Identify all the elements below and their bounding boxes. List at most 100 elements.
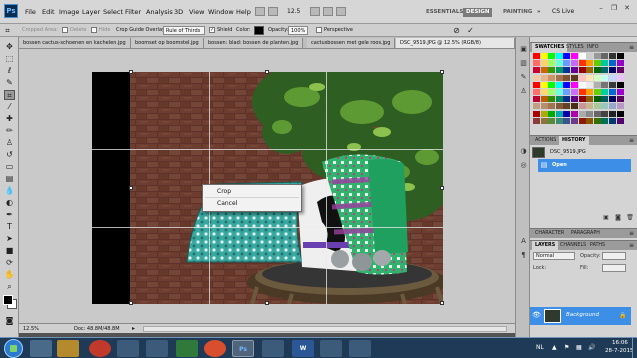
color-swatch[interactable]: [563, 117, 571, 124]
crop-handle-top-right[interactable]: [440, 70, 444, 74]
color-swatch[interactable]: [533, 96, 540, 103]
color-swatch[interactable]: [609, 96, 616, 103]
color-swatch[interactable]: [563, 53, 571, 59]
blend-mode-select[interactable]: Normal: [533, 252, 575, 260]
taskbar-word-icon[interactable]: W: [292, 340, 314, 357]
crop-tool-preset-icon[interactable]: ⌗: [3, 26, 12, 35]
dock-histogram-icon[interactable]: ▥: [519, 59, 528, 68]
color-swatch[interactable]: [555, 53, 563, 59]
color-swatch[interactable]: [593, 110, 601, 117]
color-swatch[interactable]: [609, 89, 616, 95]
status-zoom[interactable]: 12.5%: [23, 325, 39, 333]
dock-masks-icon[interactable]: ◎: [519, 161, 528, 170]
tab-paths[interactable]: PATHS: [587, 241, 608, 250]
color-swatch[interactable]: [616, 81, 624, 88]
menu-analysis[interactable]: Analysis: [146, 8, 173, 16]
menu-3d[interactable]: 3D: [174, 8, 183, 16]
taskbar-explorer-icon[interactable]: [30, 340, 52, 357]
visibility-eye-icon[interactable]: 👁: [532, 311, 541, 320]
taskbar-media-icon[interactable]: [89, 340, 111, 357]
pen-tool-icon[interactable]: ✒: [4, 210, 15, 220]
cs-live-menu[interactable]: CS Live: [552, 8, 574, 15]
color-swatch[interactable]: [609, 81, 616, 88]
tab-paragraph[interactable]: PARAGRAPH: [568, 229, 603, 238]
color-swatch[interactable]: [563, 89, 571, 95]
context-crop-item[interactable]: Crop: [217, 188, 231, 195]
color-swatch[interactable]: [533, 110, 540, 117]
taskbar-app-icon-4[interactable]: [262, 340, 284, 357]
color-swatch[interactable]: [578, 60, 586, 67]
color-swatch[interactable]: [563, 110, 571, 117]
zoom-tool-icon[interactable]: ⌕: [4, 282, 15, 292]
color-swatch[interactable]: [593, 89, 601, 95]
crop-handle-left[interactable]: [129, 186, 133, 190]
taskbar-chrome-icon[interactable]: [204, 340, 226, 357]
crop-handle-top-left[interactable]: [129, 70, 133, 74]
color-swatch[interactable]: [601, 74, 609, 81]
opacity-input[interactable]: 100%: [288, 26, 308, 35]
taskbar-app-icon-1[interactable]: [117, 340, 139, 357]
hand-view-icon[interactable]: [310, 7, 320, 16]
color-swatch[interactable]: [586, 53, 594, 59]
3d-rotate-tool-icon[interactable]: ⟳: [4, 258, 15, 268]
delete-radio[interactable]: [62, 27, 68, 33]
dock-paragraph-icon[interactable]: ¶: [519, 251, 528, 260]
color-swatch[interactable]: [616, 53, 624, 59]
color-swatch[interactable]: [593, 117, 601, 124]
color-swatch[interactable]: [601, 81, 609, 88]
shield-color-swatch[interactable]: [254, 26, 264, 35]
color-swatch[interactable]: [578, 103, 586, 110]
color-swatch[interactable]: [616, 103, 624, 110]
quick-select-tool-icon[interactable]: ✎: [4, 78, 15, 88]
tab-channels[interactable]: CHANNELS: [557, 241, 589, 250]
color-swatch[interactable]: [563, 96, 571, 103]
menu-edit[interactable]: Edit: [42, 8, 55, 16]
screen-mode-icon[interactable]: [336, 7, 346, 16]
color-swatch[interactable]: [578, 74, 586, 81]
color-swatch[interactable]: [601, 110, 609, 117]
color-swatch[interactable]: [571, 89, 578, 95]
tray-volume-icon[interactable]: 🔊: [588, 344, 595, 351]
color-swatch[interactable]: [548, 74, 556, 81]
path-select-tool-icon[interactable]: ➤: [4, 234, 15, 244]
color-swatch[interactable]: [540, 74, 548, 81]
color-swatch[interactable]: [578, 53, 586, 59]
color-swatch[interactable]: [548, 103, 556, 110]
crop-tool-icon[interactable]: ⌗: [4, 90, 15, 100]
taskbar-app-icon-2[interactable]: [146, 340, 168, 357]
doc-tab-4[interactable]: cactusbossen met gele roos.jpg: [307, 38, 396, 48]
dock-navigator-icon[interactable]: ▣: [519, 45, 528, 54]
color-swatch[interactable]: [571, 117, 578, 124]
blur-tool-icon[interactable]: 💧: [4, 186, 15, 196]
history-panel-menu-icon[interactable]: ≡: [629, 136, 634, 145]
menu-filter[interactable]: Filter: [125, 8, 141, 16]
color-swatch[interactable]: [609, 67, 616, 74]
arrange-documents-icon[interactable]: [323, 7, 333, 16]
menu-window[interactable]: Window: [208, 8, 234, 16]
color-swatch[interactable]: [616, 110, 624, 117]
color-swatch[interactable]: [571, 110, 578, 117]
menu-layer[interactable]: Layer: [82, 8, 100, 16]
workspace-painting[interactable]: PAINTING: [500, 8, 535, 17]
color-swatch[interactable]: [593, 53, 601, 59]
character-panel-menu-icon[interactable]: ≡: [629, 229, 634, 238]
color-swatch[interactable]: [601, 53, 609, 59]
color-swatch[interactable]: [548, 96, 556, 103]
color-swatch[interactable]: [616, 96, 624, 103]
color-swatch[interactable]: [533, 67, 540, 74]
close-button[interactable]: ✕: [622, 4, 632, 13]
quick-mask-icon[interactable]: ◙: [4, 316, 15, 326]
taskbar-app-icon-6[interactable]: [349, 340, 371, 357]
color-swatch[interactable]: [555, 96, 563, 103]
doc-tab-active[interactable]: DSC_9519.JPG @ 12.5% (RGB/8): [396, 38, 515, 48]
tab-info[interactable]: INFO: [584, 43, 602, 52]
crop-handle-bottom-right[interactable]: [440, 301, 444, 305]
taskbar-files-icon[interactable]: [57, 340, 79, 357]
dock-clone-source-icon[interactable]: ♙: [519, 87, 528, 96]
color-swatch[interactable]: [540, 53, 548, 59]
color-swatch[interactable]: [548, 60, 556, 67]
tab-actions[interactable]: ACTIONS: [532, 136, 559, 145]
color-swatch[interactable]: [533, 103, 540, 110]
color-swatch[interactable]: [555, 117, 563, 124]
color-swatch[interactable]: [540, 81, 548, 88]
